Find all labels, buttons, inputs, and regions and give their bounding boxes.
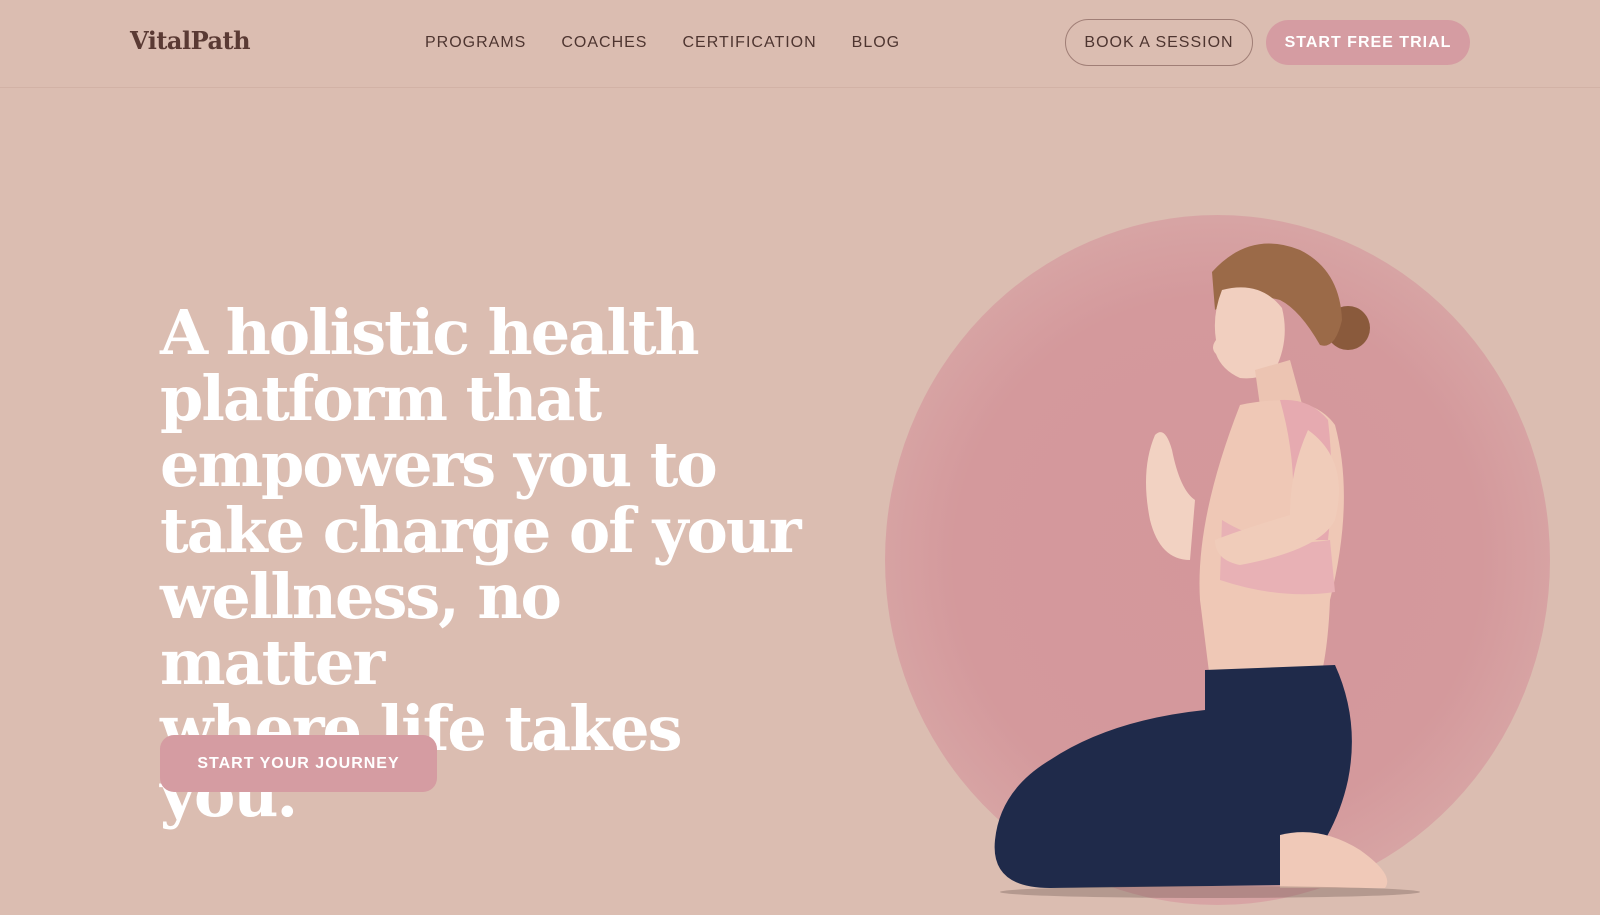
nav-certification[interactable]: CERTIFICATION [682, 34, 816, 52]
start-free-trial-button[interactable]: START FREE TRIAL [1266, 20, 1470, 65]
top-navigation-bar: VitalPath PROGRAMS COACHES CERTIFICATION… [0, 0, 1600, 88]
hero-line: platform that [160, 362, 602, 435]
hero-line: wellness, no matter [160, 560, 562, 699]
main-nav: PROGRAMS COACHES CERTIFICATION BLOG [425, 34, 900, 52]
start-journey-button[interactable]: START YOUR JOURNEY [160, 735, 437, 792]
nav-coaches[interactable]: COACHES [561, 34, 647, 52]
meditating-woman-image [994, 243, 1420, 898]
hero-line: take charge of your [160, 494, 802, 567]
nav-programs[interactable]: PROGRAMS [425, 34, 526, 52]
hero-line: A holistic health [160, 296, 700, 369]
book-session-button[interactable]: BOOK A SESSION [1065, 19, 1253, 66]
nav-blog[interactable]: BLOG [852, 34, 900, 52]
brand-logo[interactable]: VitalPath [130, 26, 251, 55]
hero-line: empowers you to [160, 428, 718, 501]
